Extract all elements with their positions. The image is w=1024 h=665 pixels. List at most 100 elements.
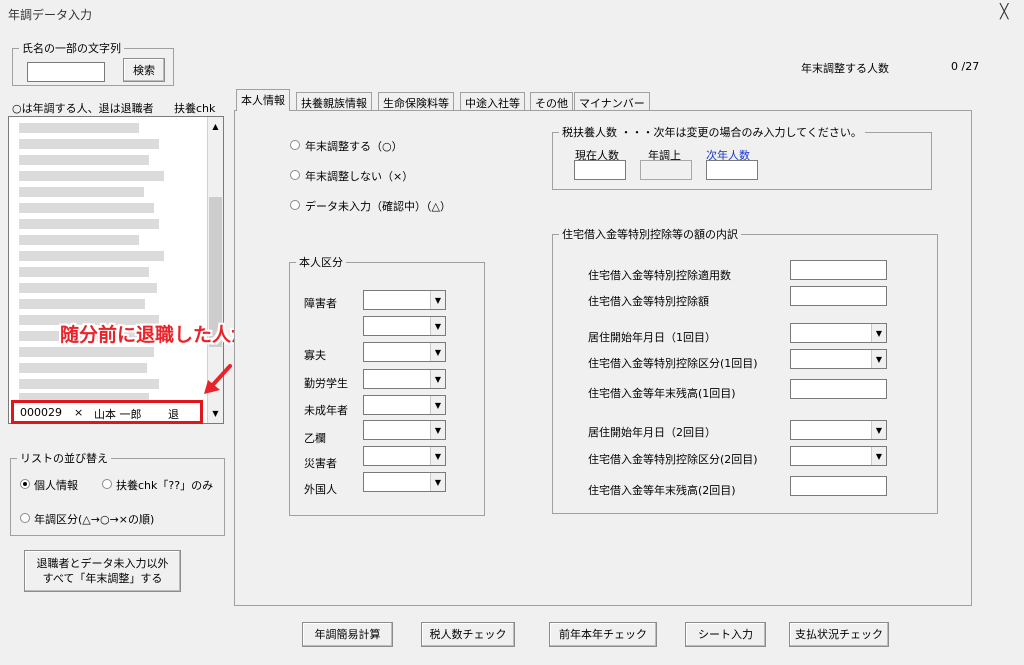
- label-disaster: 災害者: [304, 457, 337, 470]
- chevron-down-icon[interactable]: ▼: [430, 447, 445, 465]
- foreigner-combo[interactable]: ▼: [363, 472, 446, 492]
- sort-group-label: リストの並び替え: [20, 452, 108, 465]
- sort-radio-personal[interactable]: [20, 479, 30, 489]
- adjust-option-pending[interactable]: データ未入力（確認中）（△）: [305, 198, 451, 214]
- tab-life-insurance[interactable]: 生命保険料等: [378, 92, 454, 110]
- row-mark: ×: [74, 406, 84, 419]
- list-item[interactable]: [19, 283, 157, 293]
- list-item[interactable]: [19, 187, 144, 197]
- list-item[interactable]: [19, 347, 154, 357]
- row-status: 退: [168, 408, 179, 421]
- widower-combo[interactable]: ▼: [363, 342, 446, 362]
- sheet-input-button[interactable]: シート入力: [685, 622, 766, 647]
- adjust-radio-pending[interactable]: [290, 200, 300, 210]
- label-widower: 寡夫: [304, 349, 326, 362]
- close-icon[interactable]: ╳: [1000, 4, 1008, 20]
- sort-radio-dependent[interactable]: [102, 479, 112, 489]
- simple-calc-button[interactable]: 年調簡易計算: [302, 622, 393, 647]
- list-item[interactable]: [19, 363, 147, 373]
- highlighted-list-item[interactable]: 000029 × 山本 一郎 退: [11, 400, 203, 424]
- list-item[interactable]: [19, 139, 159, 149]
- housing-count-input[interactable]: [790, 260, 887, 280]
- list-item[interactable]: [19, 235, 139, 245]
- chevron-down-icon[interactable]: ▼: [871, 421, 886, 439]
- label-disabled: 障害者: [304, 297, 337, 310]
- chevron-down-icon[interactable]: ▼: [430, 291, 445, 309]
- label-minor: 未成年者: [304, 404, 348, 417]
- housing-start1-combo[interactable]: ▼: [790, 323, 887, 343]
- list-header-right: 扶養chk: [174, 102, 216, 115]
- window-title: 年調データ入力: [8, 8, 93, 22]
- tab-mid-year[interactable]: 中途入社等: [460, 92, 525, 110]
- row-name: 山本 一郎: [94, 408, 142, 421]
- dependents-current-input[interactable]: [574, 160, 626, 180]
- label-otsu: 乙欄: [304, 432, 326, 445]
- search-button[interactable]: 検索: [123, 58, 165, 82]
- chevron-down-icon[interactable]: ▼: [871, 447, 886, 465]
- prev-year-check-button[interactable]: 前年本年チェック: [549, 622, 657, 647]
- chevron-down-icon[interactable]: ▼: [871, 324, 886, 342]
- list-item[interactable]: [19, 155, 149, 165]
- housing-balance1-input[interactable]: [790, 379, 887, 399]
- tax-count-check-button[interactable]: 税人数チェック: [421, 622, 515, 647]
- housing-type1-combo[interactable]: ▼: [790, 349, 887, 369]
- housing-row-amount: 住宅借入金等特別控除額: [588, 295, 709, 308]
- bulk-adjust-line2: すべて「年末調整」する: [42, 572, 163, 585]
- minor-combo[interactable]: ▼: [363, 395, 446, 415]
- employee-list[interactable]: ▲ ▼: [8, 116, 224, 424]
- annotation-arrow-icon: [204, 364, 232, 394]
- tab-mynumber[interactable]: マイナンバー: [574, 92, 650, 110]
- list-item[interactable]: [19, 123, 139, 133]
- list-item[interactable]: [19, 251, 164, 261]
- bulk-adjust-line1: 退職者とデータ未入力以外: [36, 557, 169, 570]
- label-foreigner: 外国人: [304, 483, 337, 496]
- adjust-radio-yes[interactable]: [290, 140, 300, 150]
- housing-start2-combo[interactable]: ▼: [790, 420, 887, 440]
- housing-row-count: 住宅借入金等特別控除適用数: [588, 269, 731, 282]
- working-student-combo[interactable]: ▼: [363, 369, 446, 389]
- widow-combo[interactable]: ▼: [363, 316, 446, 336]
- chevron-down-icon[interactable]: ▼: [430, 396, 445, 414]
- bulk-adjust-button[interactable]: 退職者とデータ未入力以外 すべて「年末調整」する: [24, 550, 181, 592]
- list-item[interactable]: [19, 219, 159, 229]
- tab-dependents[interactable]: 扶養親族情報: [296, 92, 372, 110]
- sort-option-category[interactable]: 年調区分(△→○→×の順): [34, 511, 154, 527]
- chevron-down-icon[interactable]: ▼: [430, 343, 445, 361]
- row-code: 000029: [20, 406, 62, 419]
- summary-value: 0 /27: [951, 60, 980, 73]
- search-group-label: 氏名の一部の文字列: [22, 42, 121, 55]
- chevron-down-icon[interactable]: ▼: [430, 317, 445, 335]
- adjust-radio-no[interactable]: [290, 170, 300, 180]
- scroll-down-icon[interactable]: ▼: [208, 406, 223, 421]
- dependents-next-input[interactable]: [706, 160, 758, 180]
- sort-radio-category[interactable]: [20, 513, 30, 523]
- disabled-combo[interactable]: ▼: [363, 290, 446, 310]
- chevron-down-icon[interactable]: ▼: [430, 370, 445, 388]
- housing-row-start1: 居住開始年月日（1回目）: [588, 331, 716, 344]
- list-item[interactable]: [19, 299, 145, 309]
- label-working-student: 勤労学生: [304, 377, 348, 390]
- housing-row-balance2: 住宅借入金等年末残高(2回目): [588, 484, 736, 497]
- list-item[interactable]: [19, 379, 159, 389]
- chevron-down-icon[interactable]: ▼: [871, 350, 886, 368]
- tab-other[interactable]: その他: [530, 92, 573, 110]
- sort-option-personal[interactable]: 個人情報: [34, 477, 78, 493]
- chevron-down-icon[interactable]: ▼: [430, 473, 445, 491]
- sort-option-dependent[interactable]: 扶養chk「??」のみ: [116, 477, 213, 493]
- list-item[interactable]: [19, 267, 149, 277]
- chevron-down-icon[interactable]: ▼: [430, 421, 445, 439]
- payment-status-check-button[interactable]: 支払状況チェック: [789, 622, 889, 647]
- housing-type2-combo[interactable]: ▼: [790, 446, 887, 466]
- tab-personal[interactable]: 本人情報: [236, 89, 290, 111]
- scroll-up-icon[interactable]: ▲: [208, 119, 223, 134]
- summary-label: 年末調整する人数: [801, 62, 889, 75]
- search-input[interactable]: [27, 62, 105, 82]
- otsu-combo[interactable]: ▼: [363, 420, 446, 440]
- list-item[interactable]: [19, 171, 164, 181]
- disaster-combo[interactable]: ▼: [363, 446, 446, 466]
- housing-amount-input[interactable]: [790, 286, 887, 306]
- housing-balance2-input[interactable]: [790, 476, 887, 496]
- adjust-option-no[interactable]: 年末調整しない（×）: [305, 168, 413, 184]
- list-item[interactable]: [19, 203, 154, 213]
- adjust-option-yes[interactable]: 年末調整する（○）: [305, 138, 403, 154]
